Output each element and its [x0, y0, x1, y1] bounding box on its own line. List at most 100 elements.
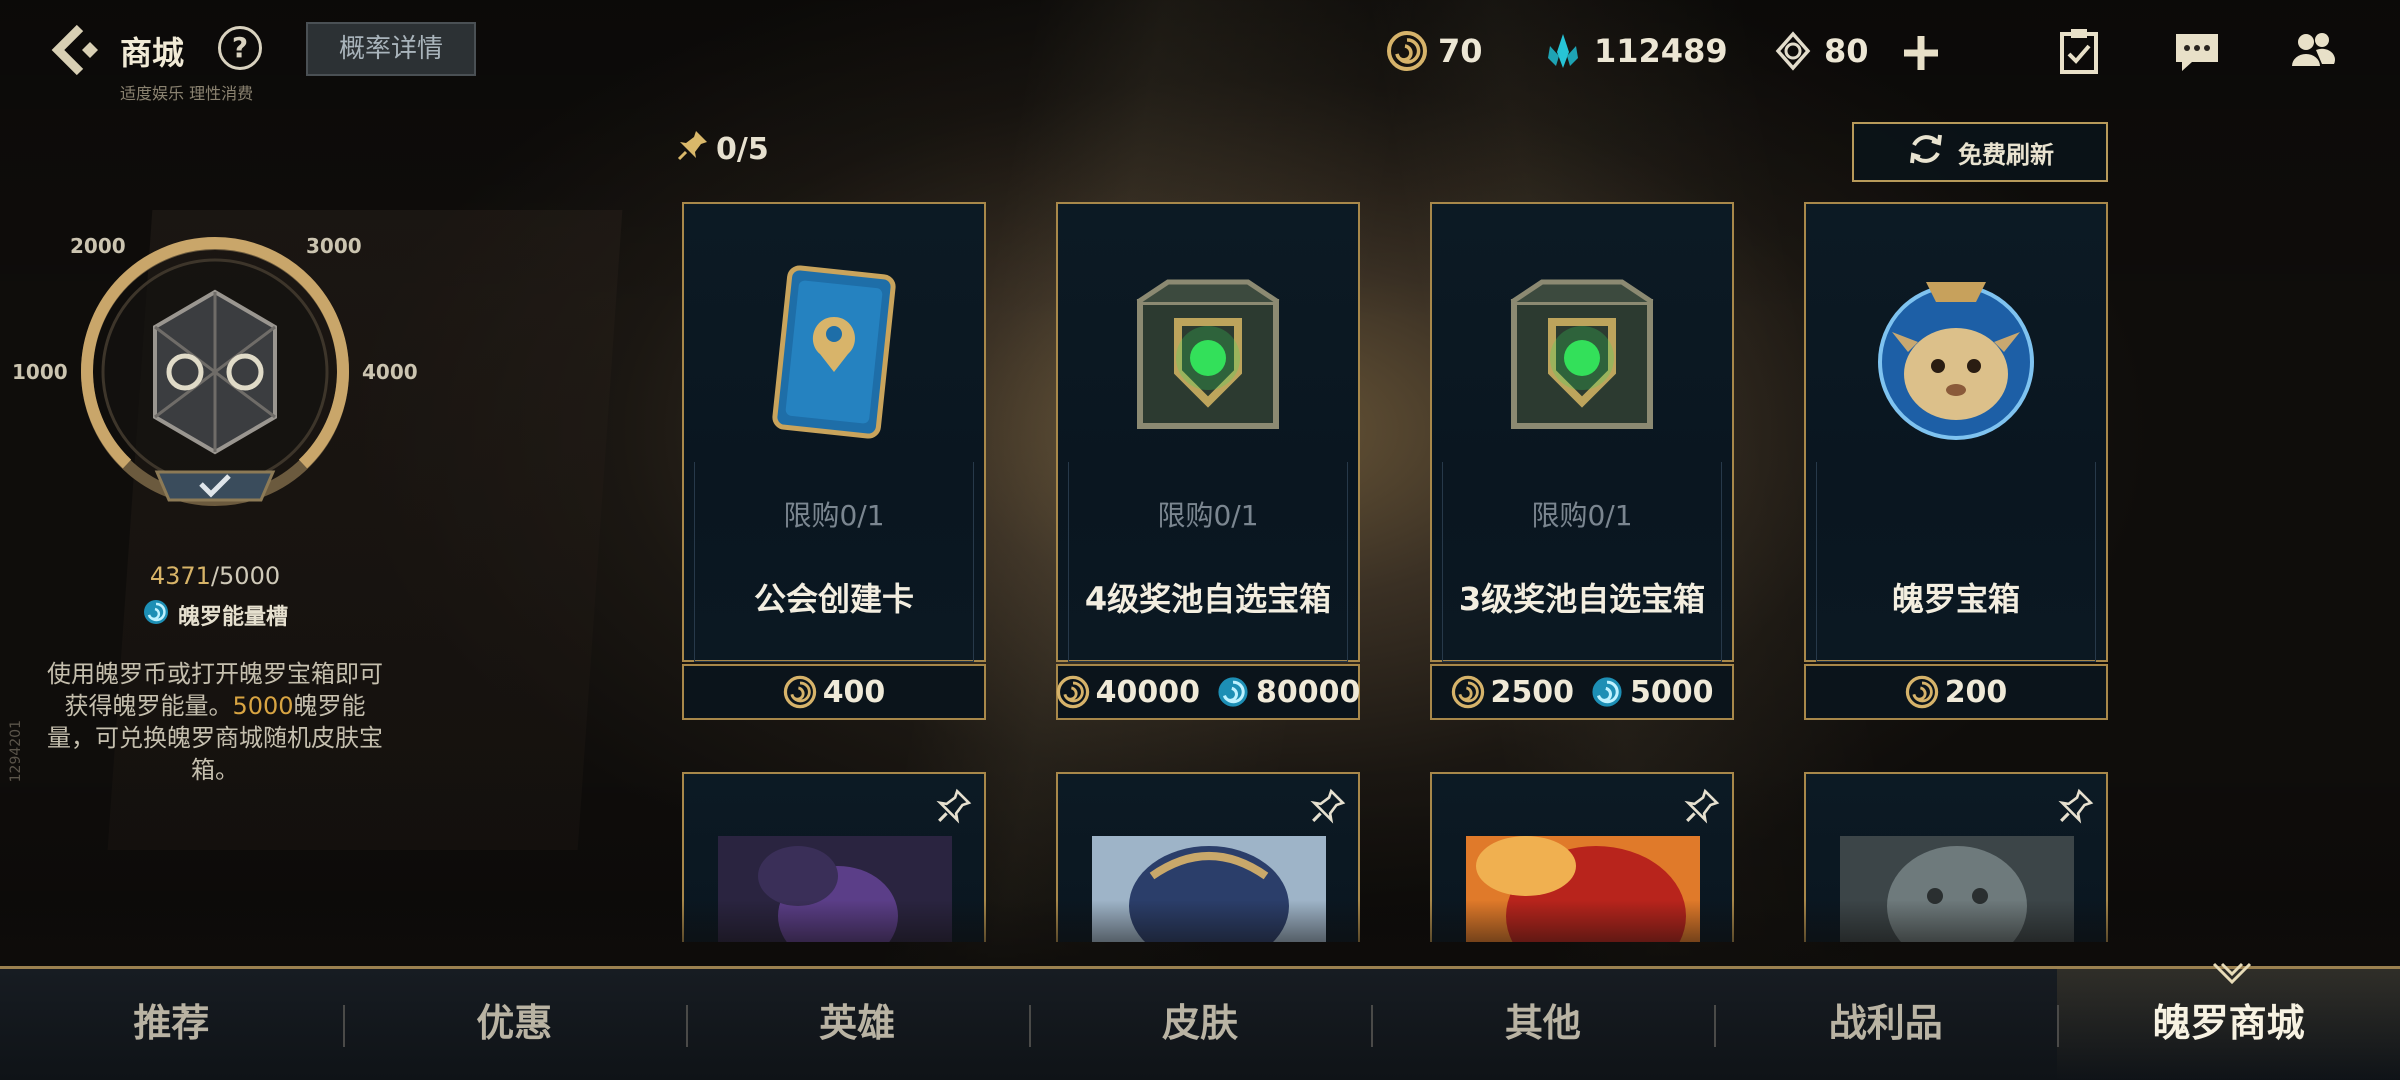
- poro-coin-icon: [1451, 675, 1485, 709]
- tab-skins[interactable]: 皮肤: [1028, 969, 1372, 1080]
- currency-crystal: 112489: [1542, 30, 1728, 72]
- item-name: 魄罗宝箱: [1891, 580, 2020, 618]
- skin-thumbnail: [718, 836, 952, 942]
- poro-coin-icon: [783, 675, 817, 709]
- tab-champions[interactable]: 英雄: [685, 969, 1029, 1080]
- pin-icon[interactable]: [1684, 788, 1720, 824]
- energy-max: /5000: [210, 562, 281, 590]
- price-value: 400: [822, 674, 886, 710]
- currency-poro-coin: 70: [1386, 30, 1483, 72]
- energy-label: 魄罗能量槽: [0, 598, 430, 632]
- price-bar[interactable]: 2500 5000: [1430, 664, 1734, 720]
- guild-card-art: [772, 265, 896, 439]
- item-name: 公会创建卡: [753, 580, 914, 618]
- purchase-limit: 限购0/1: [783, 499, 885, 532]
- poro-chest-icon: [153, 289, 277, 455]
- skin-thumbnail: [1092, 836, 1326, 942]
- dial-tick-1000: 1000: [12, 360, 68, 384]
- card-inner-border: [1816, 462, 2096, 662]
- price: 400: [783, 674, 886, 710]
- energy-count: 4371/5000: [0, 562, 430, 590]
- pin-counter: 0/5: [676, 128, 769, 170]
- price-bar[interactable]: 40000 80000: [1056, 664, 1360, 720]
- probability-details-button[interactable]: 概率详情: [306, 22, 476, 76]
- shop-item-guild-card[interactable]: 限购0/1 公会创建卡 400: [682, 202, 986, 720]
- shop-item-skin-3[interactable]: [1430, 772, 1734, 942]
- crystal-icon: [1542, 30, 1584, 72]
- poro-energy-icon: [1216, 675, 1250, 709]
- energy-current: 4371: [149, 562, 211, 590]
- free-refresh-button[interactable]: 免费刷新: [1852, 122, 2108, 182]
- energy-description: 使用魄罗币或打开魄罗宝箱即可获得魄罗能量。5000魄罗能量，可兑换魄罗商城随机皮…: [45, 658, 385, 786]
- price-bar[interactable]: 200: [1804, 664, 2108, 720]
- price: 80000: [1216, 675, 1360, 710]
- price-value: 40000: [1095, 674, 1200, 710]
- green-chest-art: [1136, 279, 1280, 429]
- currency-value: 70: [1438, 32, 1483, 70]
- currency-value: 80: [1824, 32, 1869, 70]
- card-inner-border: [1442, 462, 1722, 662]
- card-inner-border: [694, 462, 974, 662]
- poro-coin-icon: [1386, 30, 1428, 72]
- purchase-limit: 限购0/1: [1157, 499, 1259, 532]
- currency-value: 112489: [1594, 32, 1728, 70]
- pin-icon: [676, 128, 710, 170]
- shop-item-level3-chest[interactable]: 限购0/1 3级奖池自选宝箱 2500 5000: [1430, 202, 1734, 720]
- add-currency-button[interactable]: [1898, 30, 1944, 76]
- shop-item-poro-chest[interactable]: 魄罗宝箱 200: [1804, 202, 2108, 720]
- active-tab-caret-icon: [2212, 962, 2252, 984]
- pin-icon[interactable]: [936, 788, 972, 824]
- skin-thumbnail: [1466, 836, 1700, 942]
- chat-icon[interactable]: [2170, 24, 2224, 78]
- shop-item-skin-4[interactable]: [1804, 772, 2108, 942]
- price-value: 2500: [1490, 674, 1575, 710]
- dial-tick-2000: 2000: [70, 234, 126, 258]
- purchase-limit: 限购0/1: [1531, 499, 1633, 532]
- energy-panel: 2000 3000 1000 4000 4371/5000 魄罗能量槽 使用魄罗…: [0, 220, 420, 820]
- pin-icon[interactable]: [1310, 788, 1346, 824]
- refresh-icon: [1906, 129, 1946, 175]
- tab-poro-shop[interactable]: 魄罗商城: [2057, 969, 2400, 1080]
- bottom-nav: 推荐 优惠 英雄 皮肤 其他 战利品 魄罗商城: [0, 966, 2400, 1080]
- price-bar[interactable]: 400: [682, 664, 986, 720]
- poro-energy-icon: [1590, 675, 1624, 709]
- price: 200: [1905, 674, 2008, 710]
- energy-label-text: 魄罗能量槽: [177, 605, 288, 630]
- refresh-label: 免费刷新: [1958, 140, 2054, 169]
- pin-icon[interactable]: [2058, 788, 2094, 824]
- shop-item-level4-chest[interactable]: 限购0/1 4级奖池自选宝箱 40000 80000: [1056, 202, 1360, 720]
- poro-energy-icon: [142, 598, 170, 632]
- tab-deals[interactable]: 优惠: [342, 969, 686, 1080]
- price-value: 5000: [1630, 674, 1714, 710]
- page-subtitle: 适度娱乐 理性消费: [120, 84, 254, 103]
- help-button[interactable]: ?: [218, 26, 262, 70]
- price: 5000: [1590, 675, 1714, 710]
- poro-coin-icon: [1056, 675, 1090, 709]
- dial-tick-3000: 3000: [306, 234, 362, 258]
- skin-thumbnail: [1840, 836, 2074, 942]
- price-value: 80000: [1256, 674, 1361, 710]
- card-inner-border: [1068, 462, 1348, 662]
- pin-count-text: 0/5: [716, 131, 769, 167]
- energy-desc-highlight: 5000: [232, 692, 294, 720]
- friends-icon[interactable]: [2286, 24, 2340, 78]
- dial-tick-4000: 4000: [362, 360, 418, 384]
- poro-art: [1878, 282, 2034, 440]
- green-chest-art: [1510, 279, 1654, 429]
- energy-dial: [81, 237, 349, 506]
- shop-item-skin-1[interactable]: [682, 772, 986, 942]
- price: 2500: [1451, 674, 1575, 710]
- tab-other[interactable]: 其他: [1371, 969, 1714, 1080]
- price-value: 200: [1944, 674, 2008, 710]
- shop-item-skin-2[interactable]: [1056, 772, 1360, 942]
- item-name: 3级奖池自选宝箱: [1458, 580, 1706, 618]
- back-arrow-icon[interactable]: [50, 22, 110, 78]
- item-name: 4级奖池自选宝箱: [1084, 580, 1332, 618]
- top-bar: 商城 适度娱乐 理性消费 ? 概率详情 70 112489 80: [0, 0, 2400, 110]
- token-icon: [1772, 30, 1814, 72]
- side-code: 1294201: [8, 720, 24, 783]
- price: 40000: [1056, 675, 1200, 710]
- tasks-clipboard-icon[interactable]: [2052, 24, 2106, 78]
- tab-recommend[interactable]: 推荐: [0, 969, 343, 1080]
- tab-loot[interactable]: 战利品: [1714, 969, 2057, 1080]
